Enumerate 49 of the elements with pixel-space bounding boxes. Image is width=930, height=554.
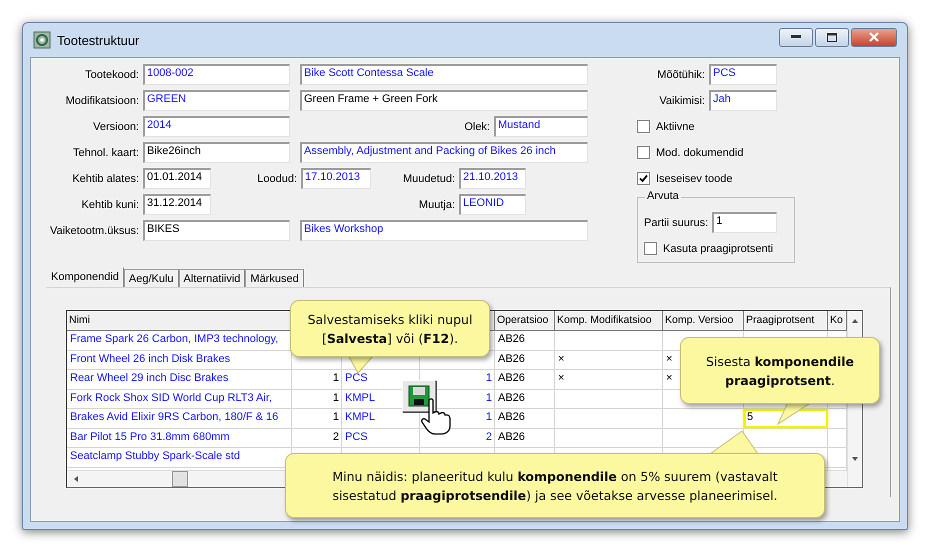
group-title: Arvuta bbox=[645, 190, 681, 202]
table-cell: Seatclamp Stubby Spark-Scale std bbox=[70, 450, 240, 462]
table-cell: 1 bbox=[332, 372, 339, 384]
table-cell: 2 bbox=[486, 430, 492, 442]
field-label: Muudetud: bbox=[403, 172, 456, 184]
field-label: Partii suurus: bbox=[644, 216, 710, 228]
field-label: Muutja: bbox=[418, 198, 456, 210]
table-cell: Front Wheel 26 inch Disk Brakes bbox=[70, 352, 230, 364]
checkbox-label: Kasuta praagiprotsenti bbox=[663, 242, 774, 254]
field-label: Versioon: bbox=[93, 120, 140, 132]
table-cell: AB26 bbox=[498, 372, 525, 384]
table-cell: AB26 bbox=[498, 411, 525, 423]
table-cell: × bbox=[558, 352, 564, 364]
table-cell: Fork Rock Shox SID World Cup RLT3 Air, bbox=[70, 392, 272, 404]
table-cell: 1 bbox=[332, 392, 339, 404]
field-label: Vaiketootm.üksus: bbox=[50, 224, 140, 236]
checkbox-label: Aktiivne bbox=[656, 120, 696, 132]
checkbox-label: Mod. dokumendid bbox=[656, 146, 744, 158]
table-cell: Brakes Avid Elixir 9RS Carbon, 180/F & 16 bbox=[70, 411, 278, 423]
table-cell: PCS bbox=[345, 372, 368, 384]
table-cell: 1 bbox=[486, 411, 492, 423]
table-cell: × bbox=[666, 372, 672, 384]
table-cell: KMPL bbox=[345, 411, 375, 423]
table-cell: × bbox=[666, 352, 672, 364]
table-cell: 1 bbox=[486, 372, 492, 384]
field-label: Tootekood: bbox=[85, 68, 140, 80]
field-label: Olek: bbox=[464, 120, 491, 132]
field-label: Loodud: bbox=[257, 172, 298, 184]
table-cell: × bbox=[558, 372, 564, 384]
table-cell: AB26 bbox=[498, 352, 525, 364]
table-cell: PCS bbox=[345, 430, 368, 442]
checkbox-label: Iseseisev toode bbox=[656, 172, 734, 184]
field-label: Modifikatsioon: bbox=[66, 94, 140, 106]
field-label: Kehtib kuni: bbox=[82, 198, 140, 210]
field-label: Tehnol. kaart: bbox=[72, 146, 140, 158]
table-cell: Frame Spark 26 Carbon, IMP3 technology, bbox=[70, 333, 278, 345]
table-cell: 2 bbox=[332, 430, 339, 442]
window-title: Tootestruktuur bbox=[57, 32, 140, 48]
table-cell: KMPL bbox=[345, 392, 375, 404]
table-cell: AB26 bbox=[498, 392, 525, 404]
table-cell: Rear Wheel 29 inch Disc Brakes bbox=[70, 372, 228, 384]
table-cell: 1 bbox=[332, 411, 339, 423]
field-label: Mõõtühik: bbox=[657, 68, 706, 80]
table-cell: AB26 bbox=[498, 430, 525, 442]
field-label: Kehtib alates: bbox=[72, 172, 140, 184]
table-cell: 1 bbox=[486, 392, 492, 404]
field-label: Vaikimisi: bbox=[659, 94, 706, 106]
table-cell: Bar Pilot 15 Pro 31.8mm 680mm bbox=[70, 430, 230, 442]
table-cell: AB26 bbox=[498, 333, 525, 345]
